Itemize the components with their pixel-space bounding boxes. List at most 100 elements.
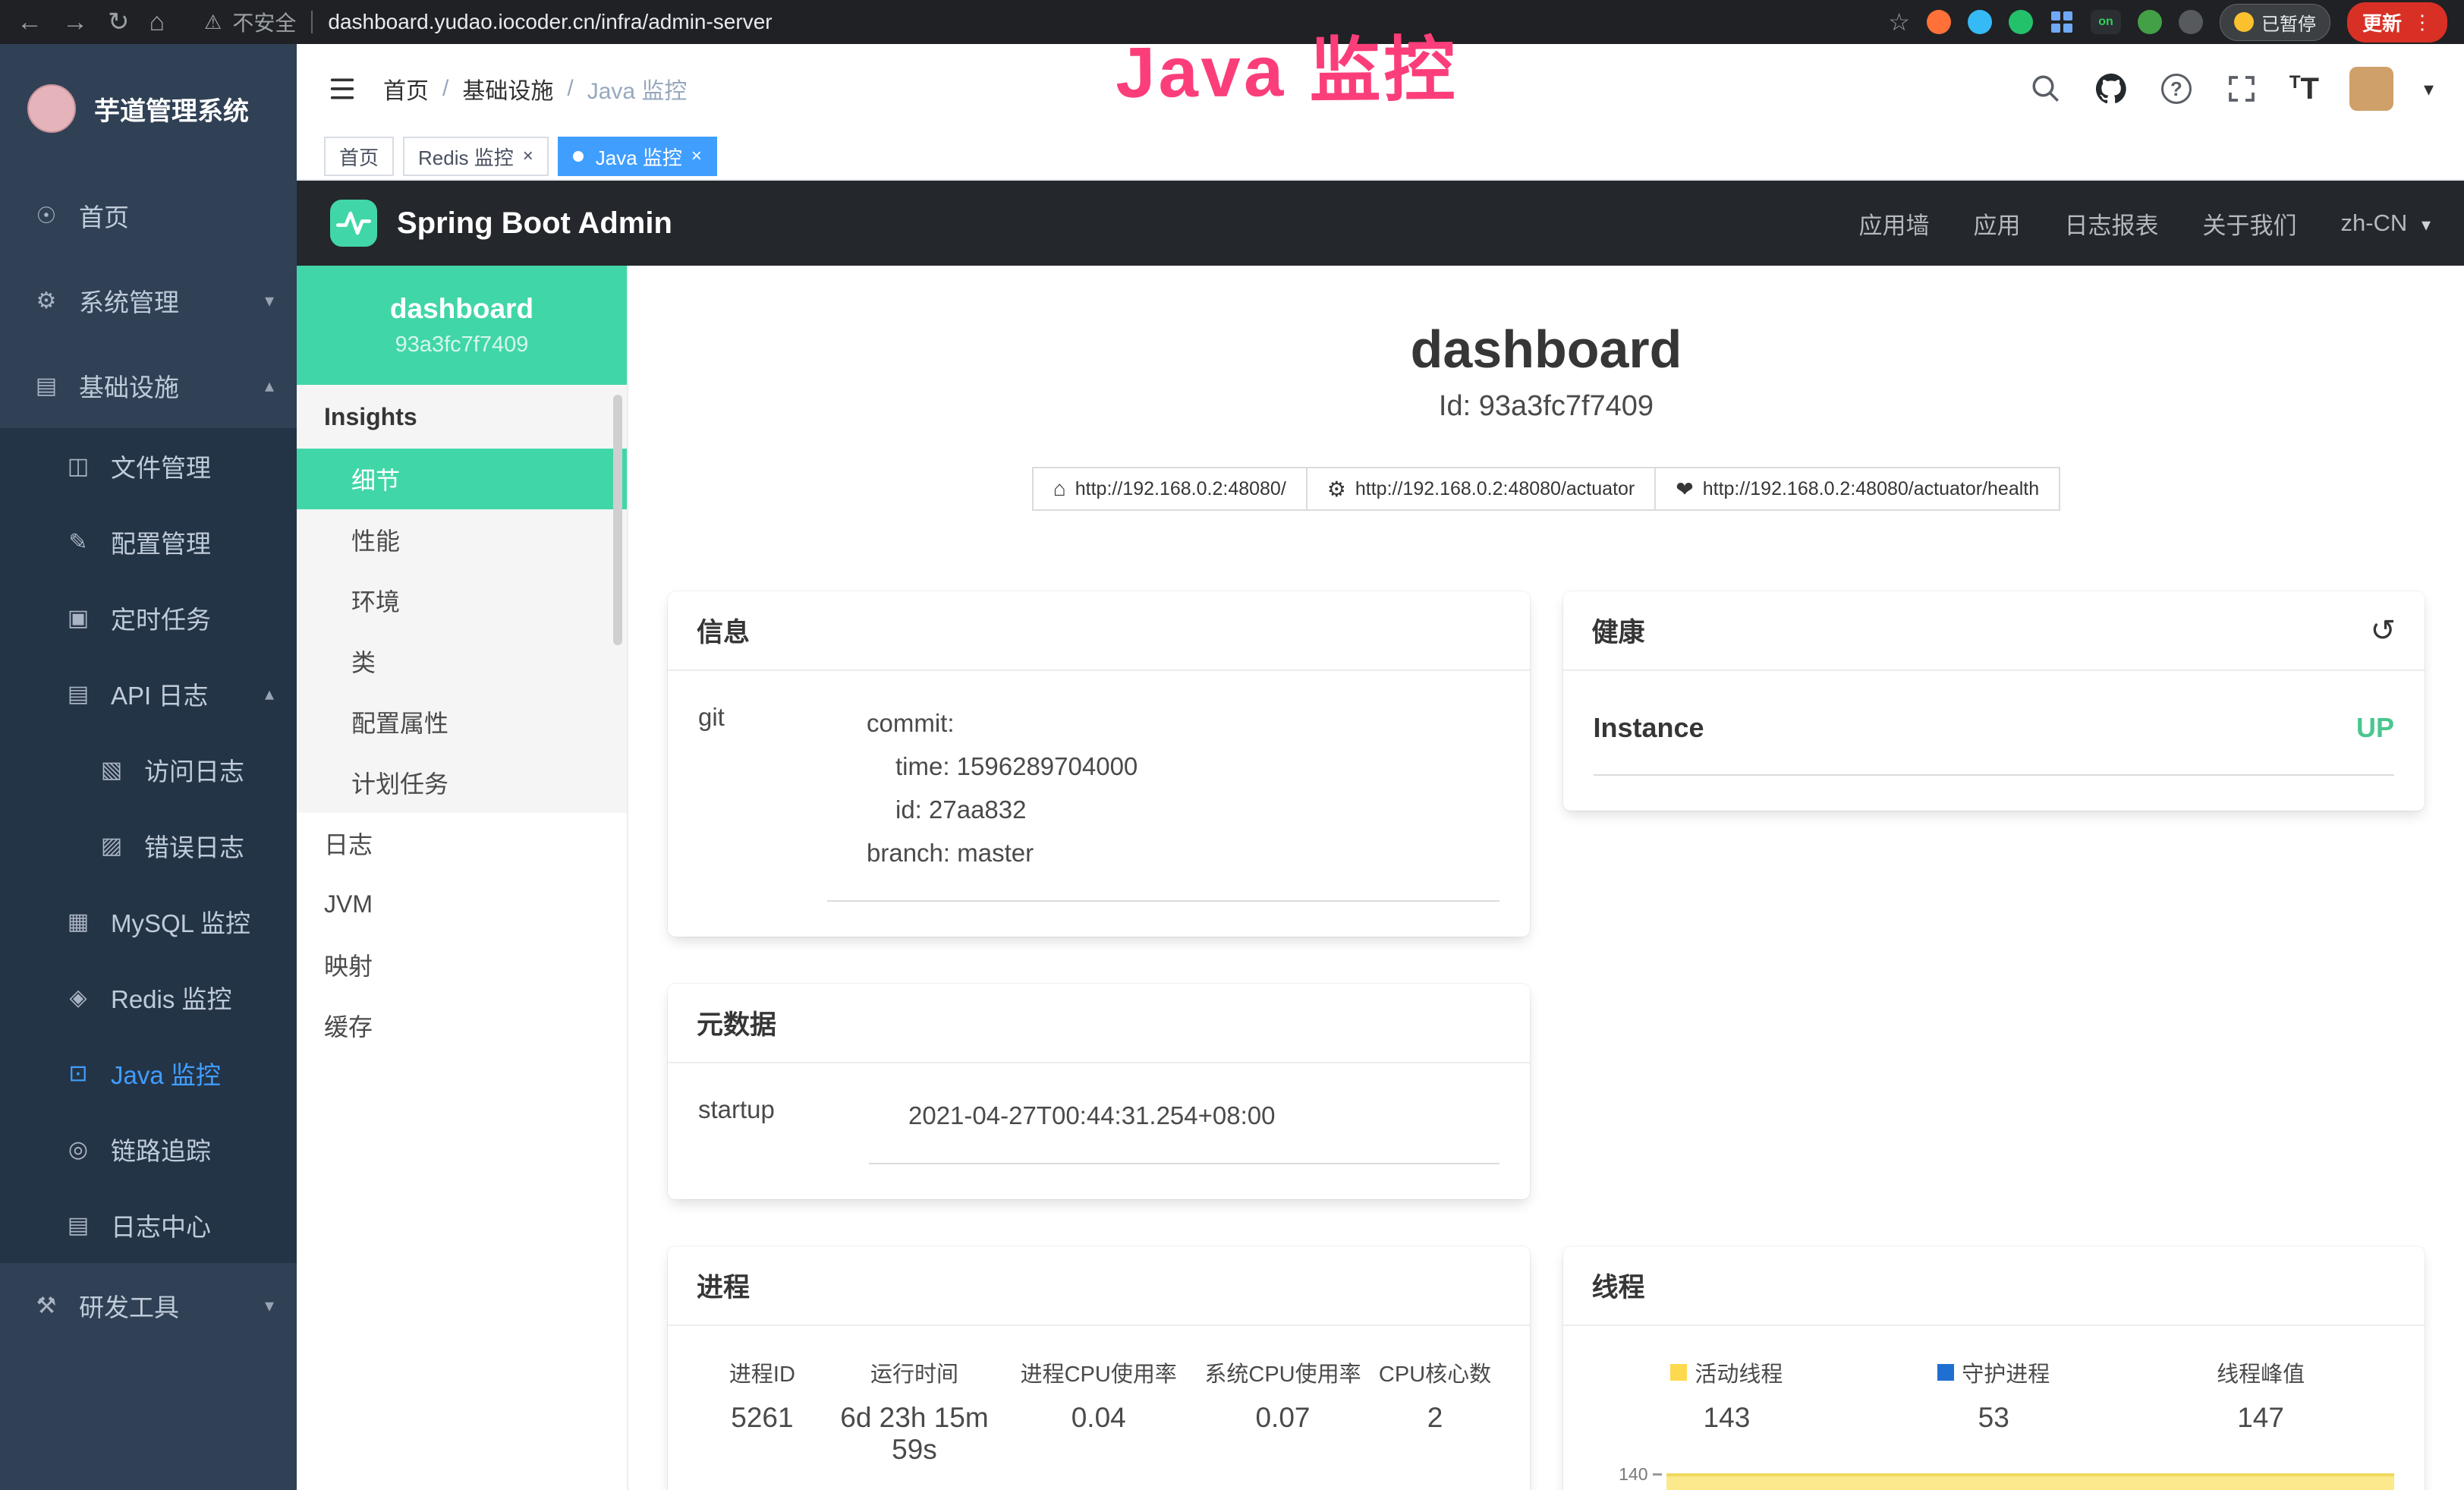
insights-group: Insights 细节 性能 环境 类 配置属性 计划任务 bbox=[297, 385, 627, 813]
sba-language-select[interactable]: zh-CN ▾ bbox=[2340, 209, 2431, 237]
extension-grid-icon[interactable] bbox=[2050, 10, 2074, 34]
home-icon: ☉ bbox=[32, 203, 61, 229]
sidebar-item-system[interactable]: ⚙ 系统管理 ▾ bbox=[0, 258, 297, 343]
tab-redis-monitor[interactable]: Redis 监控 × bbox=[403, 137, 549, 176]
extension-drop-icon[interactable] bbox=[1968, 10, 1992, 34]
edit-icon: ✎ bbox=[64, 529, 93, 556]
header-actions: ? TT ▾ bbox=[2028, 67, 2434, 111]
menu-item-scheduled-tasks[interactable]: 计划任务 bbox=[297, 752, 627, 813]
tab-java-monitor[interactable]: Java 监控 × bbox=[558, 137, 717, 176]
instance-detail-content: dashboard Id: 93a3fc7f7409 ⌂ http://192.… bbox=[628, 266, 2464, 1490]
bookmark-star-icon[interactable]: ☆ bbox=[1888, 8, 1910, 36]
sidebar-item-access-log[interactable]: ▧ 访问日志 bbox=[0, 732, 297, 808]
help-icon[interactable]: ? bbox=[2159, 71, 2194, 106]
reload-icon[interactable]: ↻ bbox=[108, 9, 130, 35]
sba-logo-icon bbox=[330, 200, 377, 247]
extension-orange-icon[interactable] bbox=[1927, 10, 1951, 34]
menu-item-logs[interactable]: 日志 bbox=[297, 813, 627, 874]
schedule-icon: ▣ bbox=[64, 605, 93, 632]
font-size-icon[interactable]: TT bbox=[2289, 72, 2319, 106]
sidebar-fold-icon[interactable] bbox=[327, 74, 357, 104]
sidebar-item-log-center[interactable]: ▤ 日志中心 bbox=[0, 1187, 297, 1263]
back-icon[interactable]: ← bbox=[17, 9, 42, 35]
wrench-icon: ⚙ bbox=[1327, 477, 1346, 502]
error-log-icon: ▨ bbox=[97, 833, 126, 859]
sidebar-item-config-manage[interactable]: ✎ 配置管理 bbox=[0, 504, 297, 580]
instance-id: 93a3fc7f7409 bbox=[395, 332, 529, 358]
update-button[interactable]: 更新 ⋮ bbox=[2347, 2, 2447, 43]
page-subtitle-id: Id: 93a3fc7f7409 bbox=[668, 390, 2425, 423]
sidebar-item-home[interactable]: ☉ 首页 bbox=[0, 173, 297, 258]
menu-item-environment[interactable]: 环境 bbox=[297, 570, 627, 631]
sidebar-item-java-monitor[interactable]: ⊡ Java 监控 bbox=[0, 1035, 297, 1111]
menu-item-details[interactable]: 细节 bbox=[297, 449, 627, 509]
menu-item-classes[interactable]: 类 bbox=[297, 631, 627, 691]
gear-icon: ⚙ bbox=[32, 288, 61, 314]
extension-green-icon[interactable] bbox=[2009, 10, 2033, 34]
fullscreen-icon[interactable] bbox=[2224, 71, 2259, 106]
menu-item-caches[interactable]: 缓存 bbox=[297, 995, 627, 1056]
forward-icon[interactable]: → bbox=[62, 9, 88, 35]
github-icon[interactable] bbox=[2094, 71, 2129, 106]
menu-item-metrics[interactable]: 性能 bbox=[297, 509, 627, 570]
tab-home[interactable]: 首页 bbox=[324, 137, 394, 176]
process-card-header: 进程 bbox=[668, 1246, 1530, 1326]
address-bar[interactable]: ⚠ 不安全 dashboard.yudao.iocoder.cn/infra/a… bbox=[204, 7, 773, 37]
menu-item-mappings[interactable]: 映射 bbox=[297, 934, 627, 995]
sidebar-item-file-manage[interactable]: ◫ 文件管理 bbox=[0, 428, 297, 504]
service-url-button[interactable]: ⌂ http://192.168.0.2:48080/ bbox=[1032, 467, 1308, 511]
sidebar-item-scheduled-task[interactable]: ▣ 定时任务 bbox=[0, 580, 297, 656]
user-avatar[interactable] bbox=[2349, 67, 2393, 111]
sidebar-item-api-log[interactable]: ▤ API 日志 ▴ bbox=[0, 656, 297, 732]
sidebar-item-trace[interactable]: ◎ 链路追踪 bbox=[0, 1111, 297, 1187]
extension-on-icon[interactable]: on bbox=[2091, 10, 2121, 34]
folder-icon: ◫ bbox=[64, 453, 93, 480]
sidebar-item-dev-tools[interactable]: ⚒ 研发工具 ▾ bbox=[0, 1263, 297, 1348]
insights-group-label: Insights bbox=[297, 385, 627, 449]
tab-close-icon[interactable]: × bbox=[523, 147, 533, 165]
sidebar-item-redis-monitor[interactable]: ◈ Redis 监控 bbox=[0, 959, 297, 1035]
info-card: 信息 git commit: time: 1596289704000 id: 2… bbox=[668, 591, 1530, 937]
breadcrumb-infrastructure[interactable]: 基础设施 bbox=[462, 72, 553, 106]
avatar-caret-icon[interactable]: ▾ bbox=[2424, 77, 2434, 101]
metadata-card-header: 元数据 bbox=[668, 984, 1530, 1063]
sidebar-item-error-log[interactable]: ▨ 错误日志 bbox=[0, 808, 297, 884]
menu-item-jvm[interactable]: JVM bbox=[297, 874, 627, 934]
sba-nav-wallboard[interactable]: 应用墙 bbox=[1858, 206, 1929, 241]
sba-nav-journal[interactable]: 日志报表 bbox=[2064, 206, 2158, 241]
browser-menu-icon[interactable]: ⋮ bbox=[2412, 11, 2432, 34]
warning-icon: ⚠ bbox=[204, 11, 222, 34]
sba-nav-applications[interactable]: 应用 bbox=[1973, 206, 2020, 241]
extension-puzzle-icon[interactable] bbox=[2179, 10, 2203, 34]
screen: Java 监控 ← → ↻ ⌂ ⚠ 不安全 dashboard.yudao.io… bbox=[0, 0, 2464, 1490]
daemon-threads-swatch bbox=[1937, 1364, 1954, 1381]
tags-view: 首页 Redis 监控 × Java 监控 × bbox=[297, 134, 2464, 181]
tab-close-icon[interactable]: × bbox=[691, 147, 702, 165]
chevron-up-icon: ▴ bbox=[265, 375, 274, 397]
chevron-down-icon: ▾ bbox=[2422, 215, 2431, 235]
menu-item-config-props[interactable]: 配置属性 bbox=[297, 691, 627, 752]
chevron-down-icon: ▾ bbox=[265, 290, 274, 312]
health-card-header: 健康 ↺ bbox=[1563, 591, 2425, 671]
scrollbar-thumb[interactable] bbox=[613, 395, 622, 645]
browser-home-icon[interactable]: ⌂ bbox=[149, 9, 165, 35]
sidebar-item-mysql-monitor[interactable]: ▦ MySQL 监控 bbox=[0, 884, 297, 959]
mysql-icon: ▦ bbox=[64, 909, 93, 935]
paused-badge[interactable]: 已暂停 bbox=[2220, 4, 2330, 41]
access-log-icon: ▧ bbox=[97, 757, 126, 783]
history-icon[interactable]: ↺ bbox=[2370, 613, 2396, 648]
infra-icon: ▤ bbox=[32, 373, 61, 399]
actuator-url-button[interactable]: ⚙ http://192.168.0.2:48080/actuator bbox=[1306, 467, 1656, 511]
health-instance-row: Instance UP bbox=[1594, 712, 2395, 776]
sba-nav-about[interactable]: 关于我们 bbox=[2202, 206, 2296, 241]
extension-leaf-icon[interactable] bbox=[2138, 10, 2162, 34]
search-icon[interactable] bbox=[2028, 71, 2063, 106]
threads-chart-area bbox=[1666, 1464, 2395, 1490]
breadcrumb-home[interactable]: 首页 bbox=[383, 72, 429, 106]
sidebar-item-infrastructure[interactable]: ▤ 基础设施 ▴ bbox=[0, 343, 297, 428]
health-url-button[interactable]: ❤ http://192.168.0.2:48080/actuator/heal… bbox=[1654, 467, 2060, 511]
live-threads-swatch bbox=[1670, 1364, 1687, 1381]
metadata-startup-row: startup 2021-04-27T00:44:31.254+08:00 bbox=[698, 1094, 1499, 1164]
log-center-icon: ▤ bbox=[64, 1212, 93, 1239]
breadcrumb-current: Java 监控 bbox=[587, 72, 688, 106]
